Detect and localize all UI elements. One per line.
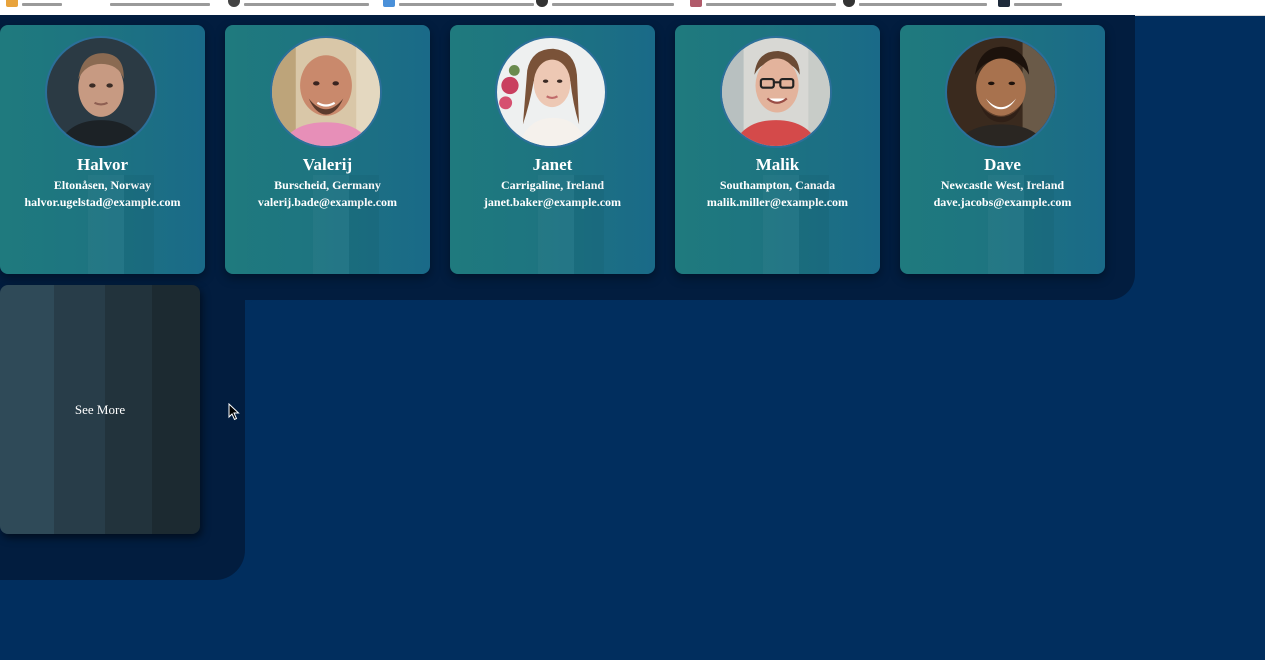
user-email: malik.miller@example.com bbox=[706, 195, 849, 209]
user-card[interactable]: Halvor Eltonåsen, Norway halvor.ugelstad… bbox=[0, 25, 205, 274]
woman-portrait-icon bbox=[497, 38, 605, 146]
image-icon bbox=[690, 0, 702, 7]
terminal-icon bbox=[998, 0, 1010, 7]
bookmark-item[interactable] bbox=[690, 0, 836, 7]
github-icon bbox=[228, 0, 240, 7]
user-card[interactable]: Dave Newcastle West, Ireland dave.jacobs… bbox=[900, 25, 1105, 274]
bookmark-item[interactable] bbox=[536, 0, 674, 7]
bookmark-apps[interactable] bbox=[6, 0, 62, 7]
see-more-button[interactable]: See More bbox=[0, 285, 200, 534]
bookmark-item[interactable] bbox=[228, 0, 369, 7]
avatar bbox=[495, 36, 607, 148]
user-name: Halvor bbox=[77, 155, 128, 174]
bookmark-item[interactable] bbox=[383, 0, 534, 7]
bookmark-item[interactable] bbox=[998, 0, 1062, 7]
user-location: Newcastle West, Ireland bbox=[940, 178, 1065, 192]
avatar bbox=[945, 36, 1057, 148]
user-name: Dave bbox=[984, 155, 1021, 174]
man-glasses-portrait-icon bbox=[722, 38, 830, 146]
user-name: Valerij bbox=[302, 155, 353, 174]
user-location: Eltonåsen, Norway bbox=[53, 178, 152, 192]
avatar bbox=[720, 36, 832, 148]
see-more-label: See More bbox=[74, 402, 126, 417]
mouse-cursor-icon bbox=[228, 403, 240, 421]
user-location: Burscheid, Germany bbox=[274, 178, 381, 192]
apps-icon bbox=[6, 0, 18, 7]
bookmark-item[interactable] bbox=[843, 0, 987, 7]
user-email: valerij.bade@example.com bbox=[257, 195, 398, 209]
doc-icon bbox=[383, 0, 395, 7]
user-email: dave.jacobs@example.com bbox=[933, 195, 1072, 209]
user-email: halvor.ugelstad@example.com bbox=[24, 195, 181, 209]
bookmarks-bar bbox=[0, 0, 1265, 16]
user-email: janet.baker@example.com bbox=[483, 195, 622, 209]
user-location: Carrigaline, Ireland bbox=[500, 178, 605, 192]
github-icon bbox=[536, 0, 548, 7]
bookmark-item[interactable] bbox=[110, 0, 210, 7]
bald-man-portrait-icon bbox=[272, 38, 380, 146]
user-card[interactable]: Janet Carrigaline, Ireland janet.baker@e… bbox=[450, 25, 655, 274]
man-portrait-dark-icon bbox=[47, 38, 155, 146]
avatar bbox=[270, 36, 382, 148]
github-icon bbox=[843, 0, 855, 7]
smiling-man-portrait-icon bbox=[947, 38, 1055, 146]
user-card[interactable]: Valerij Burscheid, Germany valerij.bade@… bbox=[225, 25, 430, 274]
user-name: Malik bbox=[755, 155, 800, 174]
avatar bbox=[45, 36, 157, 148]
user-name: Janet bbox=[532, 155, 573, 174]
user-card[interactable]: Malik Southampton, Canada malik.miller@e… bbox=[675, 25, 880, 274]
user-location: Southampton, Canada bbox=[719, 178, 836, 192]
